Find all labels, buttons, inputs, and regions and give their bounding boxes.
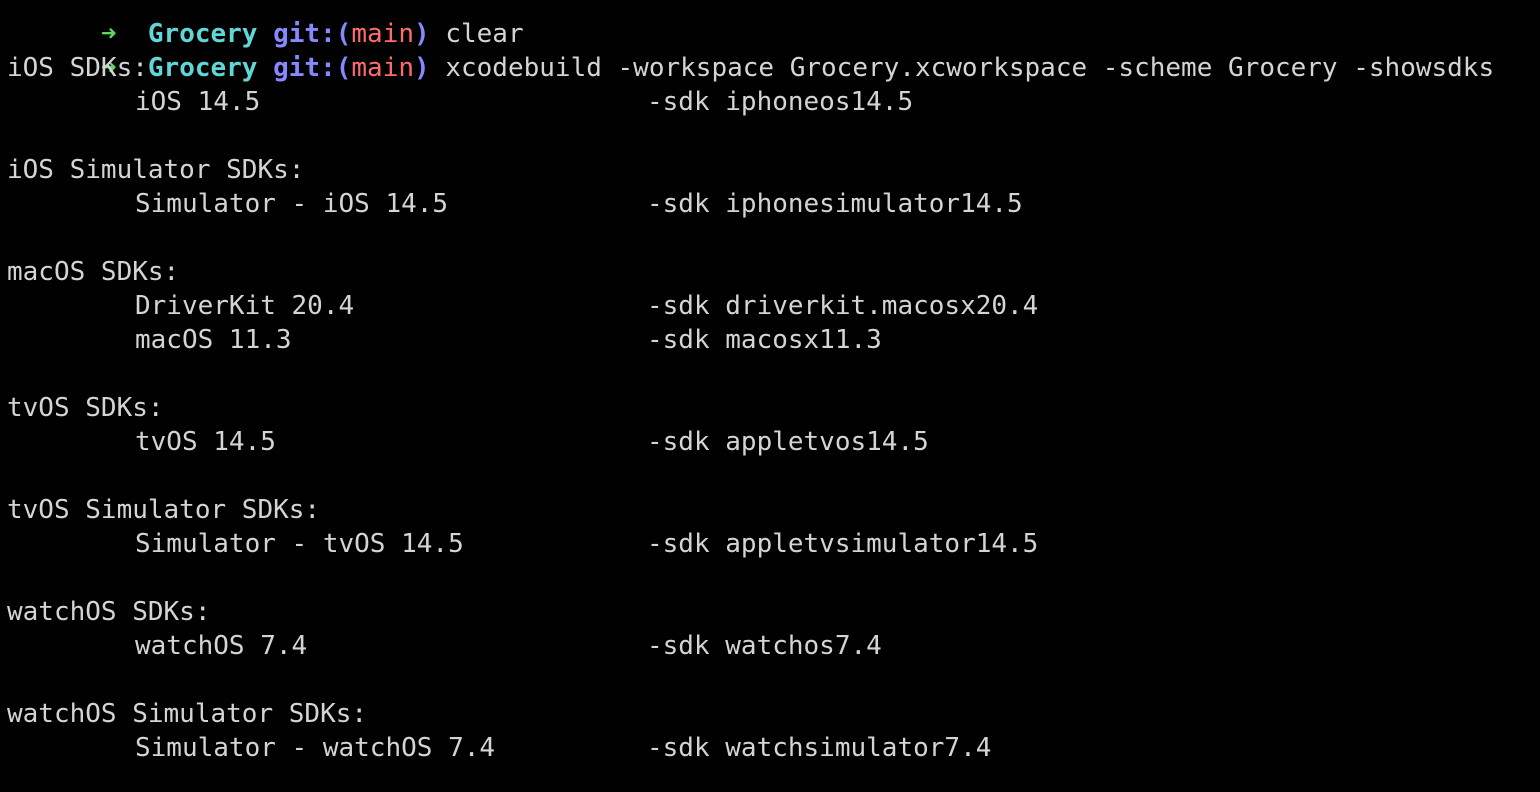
sdk-name: watchOS 7.4: [135, 631, 308, 661]
sdk-flag: -sdk driverkit.macosx20.4: [647, 291, 1039, 321]
sdk-name: tvOS 14.5: [135, 427, 276, 457]
sdk-flag: -sdk macosx11.3: [647, 325, 882, 355]
sdk-name: Simulator - watchOS 7.4: [135, 733, 496, 763]
prompt-directory: Grocery: [147, 19, 258, 49]
section-header-tvos-simulator: tvOS Simulator SDKs:: [7, 495, 321, 525]
sdk-flag: -sdk watchos7.4: [647, 631, 882, 661]
sdk-entry: Simulator - watchOS 7.4 -sdk watchsimulat…: [7, 731, 1494, 765]
prompt-command: xcodebuild -workspace Grocery.xcworkspac…: [445, 53, 1495, 83]
sdk-name: iOS 14.5: [135, 87, 261, 117]
prompt-directory: Grocery: [147, 53, 258, 83]
sdk-entry: watchOS 7.4 -sdk watchos7.4: [7, 629, 1494, 663]
prompt-git-branch: main: [351, 53, 415, 83]
prompt-git-prefix: git:(: [273, 53, 352, 83]
terminal-window[interactable]: ➜ Grocery git:(main) clear ➜ Grocery git…: [0, 0, 1540, 792]
sdk-flag: -sdk iphonesimulator14.5: [647, 189, 1023, 219]
section-header-watchos-simulator: watchOS Simulator SDKs:: [7, 699, 368, 729]
sdk-flag: -sdk watchsimulator7.4: [647, 733, 992, 763]
sdk-entry: Simulator - iOS 14.5 -sdk iphonesimulator…: [7, 187, 1494, 221]
section-header-ios-simulator: iOS Simulator SDKs:: [7, 155, 305, 185]
sdk-flag: -sdk appletvsimulator14.5: [647, 529, 1039, 559]
sdk-entry: DriverKit 20.4 -sdk driverkit.macosx20.4: [7, 289, 1494, 323]
sdk-entry: Simulator - tvOS 14.5 -sdk appletvsimulat…: [7, 527, 1494, 561]
section-header-macos: macOS SDKs:: [7, 257, 180, 287]
sdk-name: DriverKit 20.4: [135, 291, 355, 321]
sdk-entry: iOS 14.5 -sdk iphoneos14.5: [7, 85, 1494, 119]
prompt-command: clear: [445, 19, 524, 49]
prompt-arrow-icon: ➜: [100, 19, 117, 49]
prompt-git-branch: main: [351, 19, 415, 49]
section-header-watchos: watchOS SDKs:: [7, 597, 211, 627]
prompt-git-suffix: ): [414, 19, 430, 49]
prompt-git-prefix: git:(: [273, 19, 352, 49]
sdk-entry: tvOS 14.5 -sdk appletvos14.5: [7, 425, 1494, 459]
sdk-name: macOS 11.3: [135, 325, 292, 355]
sdk-entry: macOS 11.3 -sdk macosx11.3: [7, 323, 1494, 357]
sdk-name: Simulator - tvOS 14.5: [135, 529, 464, 559]
prompt-line: ➜ Grocery git:(main) clear: [7, 0, 1494, 49]
sdk-flag: -sdk appletvos14.5: [647, 427, 929, 457]
sdk-flag: -sdk iphoneos14.5: [647, 87, 914, 117]
terminal-output: ➜ Grocery git:(main) clear ➜ Grocery git…: [7, 0, 1494, 765]
sdk-name: Simulator - iOS 14.5: [135, 189, 449, 219]
prompt-git-suffix: ): [414, 53, 430, 83]
section-header-tvos: tvOS SDKs:: [7, 393, 164, 423]
